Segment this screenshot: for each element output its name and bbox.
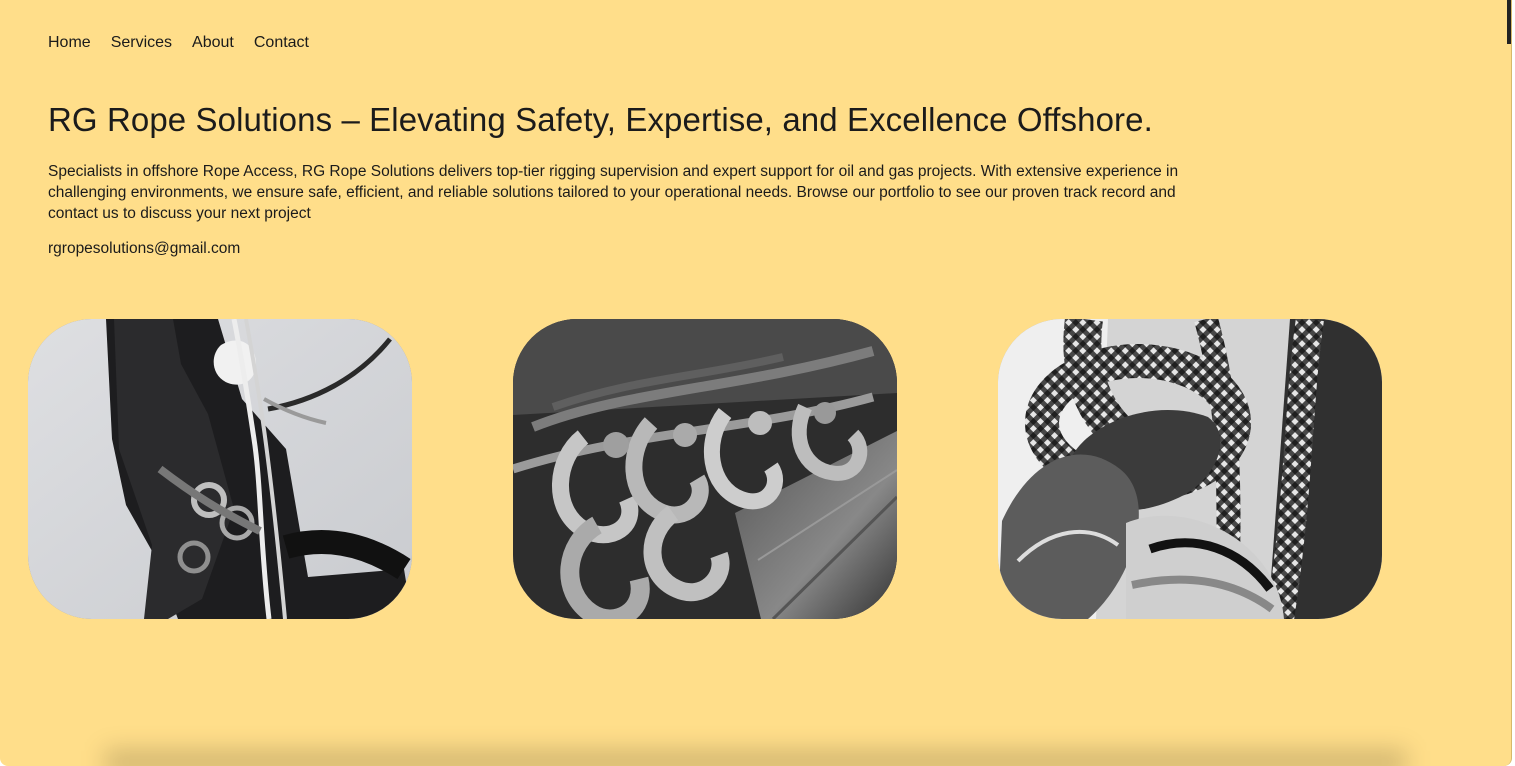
hero-title: RG Rope Solutions – Elevating Safety, Ex… <box>48 100 1153 140</box>
rope-access-worker-photo <box>28 319 412 619</box>
nav-contact-link[interactable]: Contact <box>254 34 309 52</box>
hero-tagline: – Elevating Safety, Expertise, and Excel… <box>332 101 1153 138</box>
page-bottom-shadow <box>105 750 1406 766</box>
brand-name: RG Rope Solutions <box>48 101 333 138</box>
rigging-hooks-photo <box>513 319 897 619</box>
top-navigation: Home Services About Contact <box>48 34 309 52</box>
window-edge-bar <box>1507 0 1511 44</box>
nav-home-link[interactable]: Home <box>48 34 91 52</box>
climbing-rope-knot-photo <box>998 319 1382 619</box>
nav-services-link[interactable]: Services <box>111 34 172 52</box>
company-description: Specialists in offshore Rope Access, RG … <box>48 163 1179 222</box>
portfolio-page: Home Services About Contact RG Rope Solu… <box>0 0 1512 766</box>
nav-about-link[interactable]: About <box>192 34 234 52</box>
contact-email: rgropesolutions@gmail.com <box>48 240 241 257</box>
